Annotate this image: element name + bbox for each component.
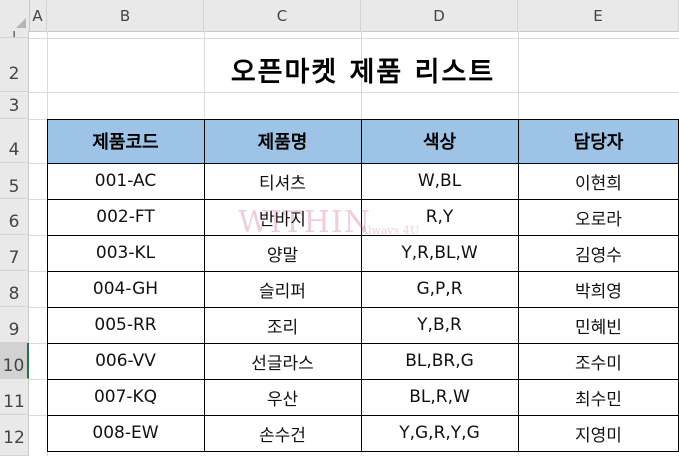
cell-code[interactable]: 002-FT bbox=[47, 199, 204, 235]
header-cell-manager[interactable]: 담당자 bbox=[518, 119, 679, 163]
cell-color[interactable]: Y,R,BL,W bbox=[361, 235, 518, 271]
cell-code[interactable]: 003-KL bbox=[47, 235, 204, 271]
select-all-icon bbox=[16, 18, 26, 28]
row-header-5[interactable]: 5 bbox=[0, 163, 29, 199]
gridline bbox=[29, 92, 679, 93]
column-header-b[interactable]: B bbox=[47, 0, 204, 31]
table-border bbox=[47, 119, 48, 451]
table-border bbox=[47, 163, 679, 164]
cell-code[interactable]: 008-EW bbox=[47, 415, 204, 451]
cell-manager[interactable]: 박희영 bbox=[518, 271, 679, 307]
table-border bbox=[47, 119, 679, 120]
row-header-10[interactable]: 10 bbox=[0, 343, 29, 379]
cell-name[interactable]: 손수건 bbox=[204, 415, 361, 451]
table-border bbox=[518, 119, 519, 451]
row-header-8[interactable]: 8 bbox=[0, 271, 29, 307]
cell-name[interactable]: 티셔츠 bbox=[204, 163, 361, 199]
table-border bbox=[47, 199, 679, 200]
header-cell-product-code[interactable]: 제품코드 bbox=[47, 119, 204, 163]
cell-name[interactable]: 반바지 bbox=[204, 199, 361, 235]
column-header-d[interactable]: D bbox=[361, 0, 518, 31]
row-header-1[interactable]: 1 bbox=[0, 31, 29, 38]
table-border bbox=[47, 379, 679, 380]
cell-code[interactable]: 007-KQ bbox=[47, 379, 204, 415]
cell-manager[interactable]: 민혜빈 bbox=[518, 307, 679, 343]
gridline bbox=[29, 119, 47, 120]
cell-color[interactable]: Y,G,R,Y,G bbox=[361, 415, 518, 451]
cell-manager[interactable]: 오로라 bbox=[518, 199, 679, 235]
cell-name[interactable]: 조리 bbox=[204, 307, 361, 343]
gridline bbox=[29, 307, 47, 308]
gridline bbox=[29, 271, 47, 272]
row-header-3[interactable]: 3 bbox=[0, 92, 29, 119]
table-border bbox=[47, 451, 679, 452]
table-border bbox=[204, 119, 205, 451]
cell-manager[interactable]: 조수미 bbox=[518, 343, 679, 379]
column-header-a[interactable]: A bbox=[29, 0, 47, 31]
gridline bbox=[29, 379, 47, 380]
table-border bbox=[361, 119, 362, 451]
cell-color[interactable]: G,P,R bbox=[361, 271, 518, 307]
cell-code[interactable]: 004-GH bbox=[47, 271, 204, 307]
cell-manager[interactable]: 지영미 bbox=[518, 415, 679, 451]
gridline bbox=[29, 199, 47, 200]
select-all-button[interactable] bbox=[0, 0, 30, 31]
cell-color[interactable]: W,BL bbox=[361, 163, 518, 199]
header-cell-product-name[interactable]: 제품명 bbox=[204, 119, 361, 163]
cell-manager[interactable]: 최수민 bbox=[518, 379, 679, 415]
sheet-title[interactable]: 오픈마켓 제품 리스트 bbox=[47, 46, 679, 92]
header-cell-color[interactable]: 색상 bbox=[361, 119, 518, 163]
row-header-12[interactable]: 12 bbox=[0, 415, 29, 456]
row-header-6[interactable]: 6 bbox=[0, 199, 29, 235]
table-border bbox=[47, 343, 679, 344]
cell-color[interactable]: Y,B,R bbox=[361, 307, 518, 343]
row-header-4[interactable]: 4 bbox=[0, 119, 29, 163]
gridline bbox=[29, 163, 47, 164]
row-header-2[interactable]: 2 bbox=[0, 38, 29, 92]
cell-color[interactable]: BL,R,W bbox=[361, 379, 518, 415]
cell-name[interactable]: 선글라스 bbox=[204, 343, 361, 379]
cell-manager[interactable]: 이현희 bbox=[518, 163, 679, 199]
cell-color[interactable]: R,Y bbox=[361, 199, 518, 235]
column-header-e[interactable]: E bbox=[518, 0, 679, 31]
gridline bbox=[29, 235, 47, 236]
gridline bbox=[29, 38, 679, 39]
cell-code[interactable]: 006-VV bbox=[47, 343, 204, 379]
row-header-7[interactable]: 7 bbox=[0, 235, 29, 271]
row-header-9[interactable]: 9 bbox=[0, 307, 29, 343]
gridline bbox=[29, 343, 47, 344]
cell-name[interactable]: 슬리퍼 bbox=[204, 271, 361, 307]
spreadsheet: A B C D E 1 2 3 4 5 6 7 8 9 10 11 12 오픈마… bbox=[0, 0, 679, 456]
row-header-11[interactable]: 11 bbox=[0, 379, 29, 415]
table-border bbox=[47, 307, 679, 308]
gridline bbox=[29, 415, 47, 416]
cell-color[interactable]: BL,BR,G bbox=[361, 343, 518, 379]
cell-code[interactable]: 001-AC bbox=[47, 163, 204, 199]
cell-name[interactable]: 양말 bbox=[204, 235, 361, 271]
table-border bbox=[47, 415, 679, 416]
column-header-c[interactable]: C bbox=[204, 0, 361, 31]
cell-name[interactable]: 우산 bbox=[204, 379, 361, 415]
cell-code[interactable]: 005-RR bbox=[47, 307, 204, 343]
table-border bbox=[47, 235, 679, 236]
table-border bbox=[47, 271, 679, 272]
cell-manager[interactable]: 김영수 bbox=[518, 235, 679, 271]
